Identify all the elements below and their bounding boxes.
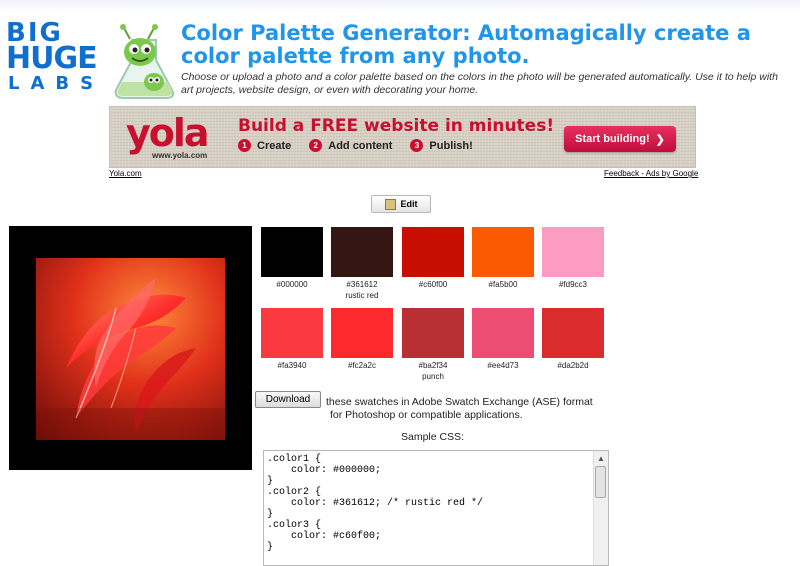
swatch-hex-label: #da2b2d [557, 361, 589, 370]
color-swatch [472, 308, 534, 358]
ad-step-number: 1 [238, 139, 251, 152]
color-swatch [261, 308, 323, 358]
ad-step: 3 Publish! [410, 139, 473, 152]
ad-cta-label: Start building! [575, 133, 650, 145]
color-swatch [402, 308, 464, 358]
site-logo[interactable]: BIG HUGE LABS [6, 20, 176, 100]
sample-css-code: .color1 { color: #000000; } .color2 { co… [267, 454, 484, 553]
sample-css-textarea[interactable]: .color1 { color: #000000; } .color2 { co… [263, 450, 609, 566]
swatch-color-name: rustic red [345, 291, 379, 300]
ad-feedback-link[interactable]: Feedback - Ads by Google [604, 169, 698, 178]
scroll-up-icon[interactable]: ▲ [594, 451, 608, 465]
swatch-hex-label: #ba2f34 [418, 361, 448, 370]
sample-css-heading: Sample CSS: [401, 431, 465, 443]
ad-steps: 1 Create 2 Add content 3 Publish! [238, 139, 473, 152]
swatch-hex-label: #fd9cc3 [558, 280, 588, 289]
swatch-color-name: punch [422, 372, 444, 381]
top-bar [0, 0, 800, 12]
ad-start-building-button[interactable]: Start building! ❯ [564, 126, 676, 152]
swatch-hex-label: #c60f00 [418, 280, 448, 289]
ad-brand-logo: yola [126, 111, 210, 155]
color-swatch [331, 308, 393, 358]
swatch-hex-label: #361612 [346, 280, 378, 289]
mascot-flask-icon [114, 24, 175, 99]
ad-step-number: 3 [410, 139, 424, 152]
edit-icon [384, 198, 396, 210]
swatch-hex-label: #fa3940 [277, 361, 307, 370]
download-button[interactable]: Download [255, 391, 321, 408]
scrollbar-thumb[interactable] [595, 466, 606, 498]
color-swatch [261, 227, 323, 277]
color-swatch [542, 308, 604, 358]
ad-banner[interactable]: yola www.yola.com Build a FREE website i… [109, 106, 696, 168]
ad-headline: Build a FREE website in minutes! [238, 116, 555, 136]
ad-step: 1 Create [238, 139, 291, 152]
edit-button-label: Edit [400, 199, 418, 209]
ad-step-label: Add content [328, 139, 393, 152]
swatch-hex-label: #ee4d73 [487, 361, 519, 370]
source-photo [36, 258, 225, 440]
ad-link-yola[interactable]: Yola.com [109, 169, 142, 178]
logo-word-huge: HUGE [6, 41, 98, 76]
color-swatch [402, 227, 464, 277]
swatch-hex-label: #fc2a2c [347, 361, 377, 370]
color-swatch [331, 227, 393, 277]
swatch-hex-label: #000000 [276, 280, 308, 289]
ad-step: 2 Add content [309, 139, 392, 152]
edit-button[interactable]: Edit [371, 195, 431, 213]
ad-brand-url: www.yola.com [152, 151, 208, 160]
page-title: Color Palette Generator: Automagically c… [181, 21, 751, 68]
download-description-line2: for Photoshop or compatible applications… [330, 409, 523, 421]
textarea-scrollbar[interactable]: ▲ [593, 451, 608, 565]
chevron-right-icon: ❯ [655, 133, 665, 146]
color-swatch [542, 227, 604, 277]
color-swatch [472, 227, 534, 277]
ad-step-label: Publish! [429, 139, 473, 152]
ad-step-label: Create [257, 139, 292, 152]
swatch-hex-label: #fa5b00 [488, 280, 518, 289]
page-description: Choose or upload a photo and a color pal… [181, 71, 778, 96]
logo-word-labs: LABS [8, 73, 105, 94]
ad-step-number: 2 [309, 139, 323, 152]
download-description-line1: these swatches in Adobe Swatch Exchange … [326, 396, 593, 408]
